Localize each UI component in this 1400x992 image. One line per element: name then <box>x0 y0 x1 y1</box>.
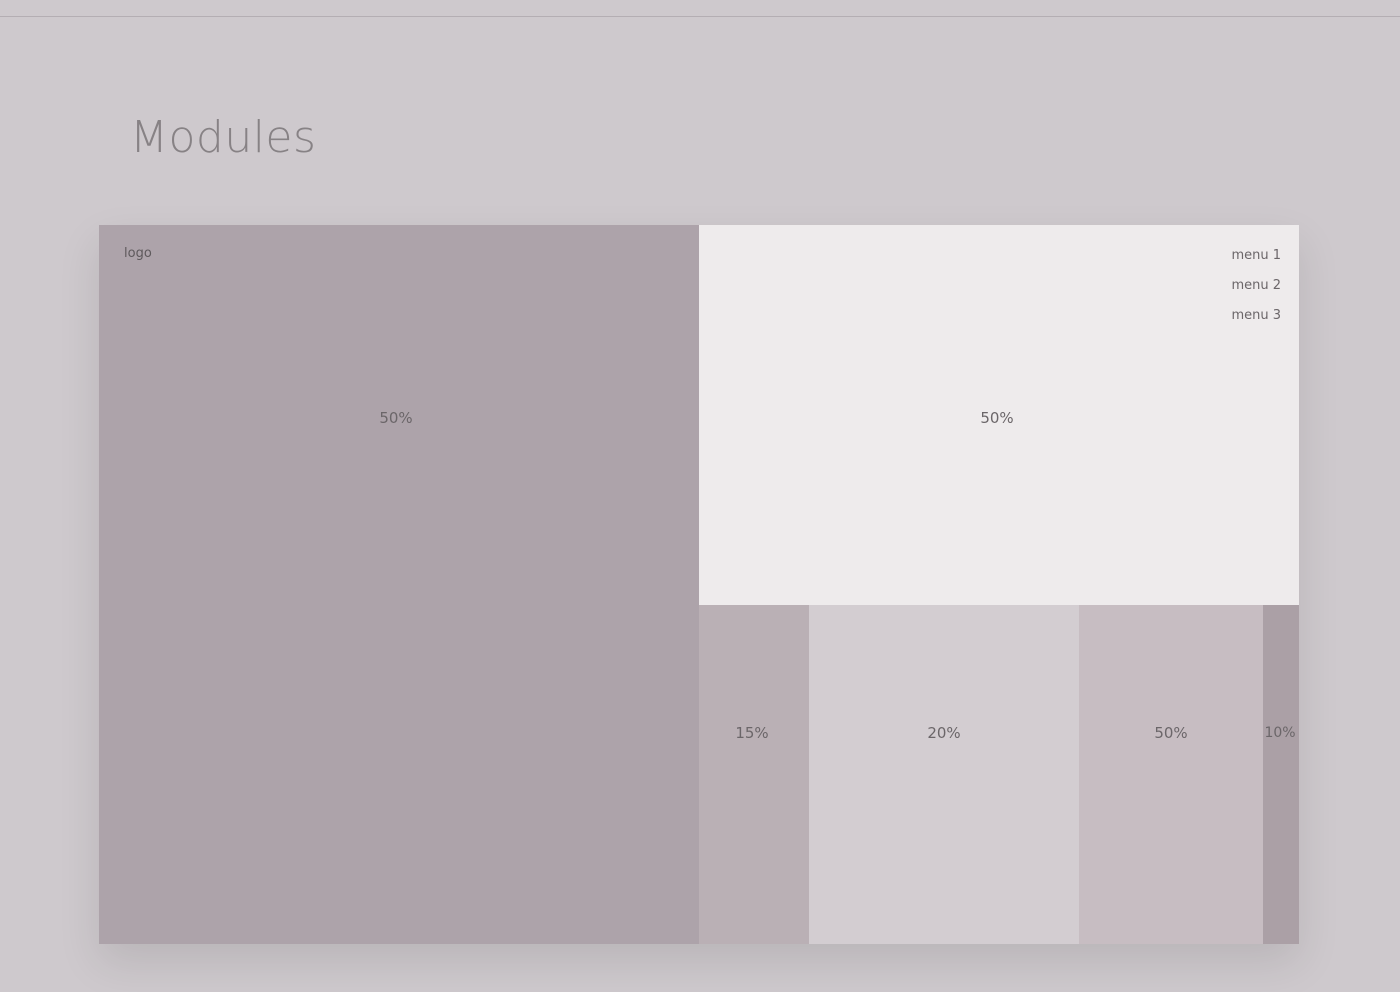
menu-item-2[interactable]: menu 2 <box>1231 277 1281 307</box>
module-left: logo 50% <box>99 225 699 944</box>
module-bottom-4-label: 10% <box>1264 725 1296 741</box>
top-divider <box>0 16 1400 17</box>
module-bottom-2: 20% <box>809 605 1079 944</box>
menu-item-3[interactable]: menu 3 <box>1231 307 1281 337</box>
module-right-top-label: 50% <box>980 409 1014 427</box>
page-title: Modules <box>130 112 317 163</box>
module-bottom-2-label: 20% <box>927 724 961 742</box>
menu-item-1[interactable]: menu 1 <box>1231 247 1281 277</box>
module-bottom-3: 50% <box>1079 605 1263 944</box>
module-bottom-4: 10% <box>1263 605 1299 944</box>
module-bottom-1-label: 15% <box>735 724 769 742</box>
modules-board: logo 50% menu 1 menu 2 menu 3 50% 15% 20… <box>99 225 1299 944</box>
menu-list: menu 1 menu 2 menu 3 <box>1231 247 1281 337</box>
module-bottom-3-label: 50% <box>1154 724 1188 742</box>
logo-placeholder[interactable]: logo <box>124 246 152 261</box>
module-right-top: menu 1 menu 2 menu 3 50% <box>699 225 1299 605</box>
module-left-label: 50% <box>379 409 413 427</box>
module-bottom-1: 15% <box>699 605 809 944</box>
